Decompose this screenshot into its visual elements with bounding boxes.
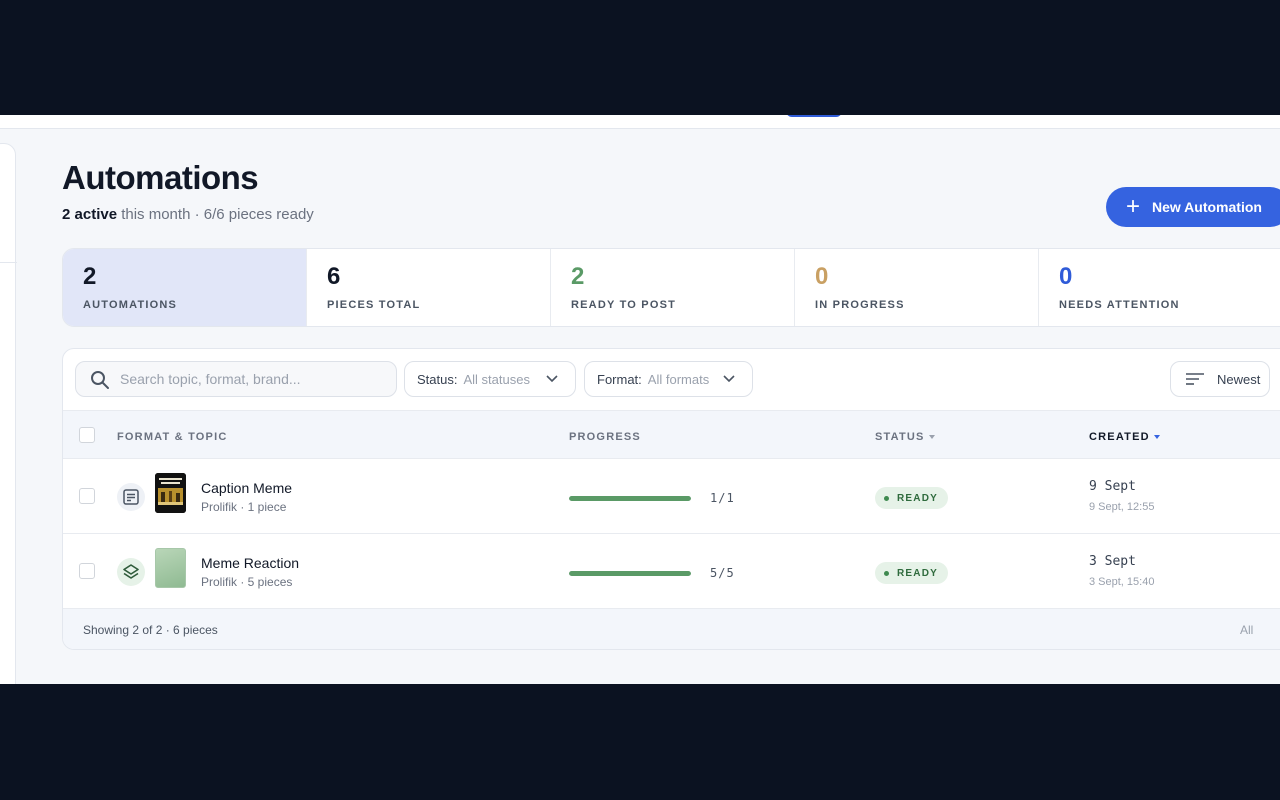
- chevron-down-icon: [723, 375, 735, 383]
- stat-automations[interactable]: 2 AUTOMATIONS: [63, 249, 307, 326]
- progress-fill: [569, 571, 691, 576]
- sort-icon: [1186, 373, 1204, 385]
- stat-label: AUTOMATIONS: [83, 299, 178, 311]
- footer-summary: Showing 2 of 2 · 6 pieces: [83, 623, 218, 637]
- format-filter-value: All formats: [647, 371, 710, 387]
- subtitle-rest: this month · 6/6 pieces ready: [117, 206, 314, 223]
- stat-in-progress[interactable]: 0 IN PROGRESS: [795, 249, 1039, 326]
- search-icon: [91, 371, 109, 389]
- active-count: 2 active: [62, 206, 118, 223]
- caption-icon: [117, 483, 145, 511]
- stat-label: IN PROGRESS: [815, 299, 905, 311]
- row-title[interactable]: Meme Reaction: [201, 555, 299, 571]
- status-filter[interactable]: Status: All statuses: [404, 361, 576, 397]
- row-subtitle: Prolifik · 5 pieces: [201, 575, 293, 589]
- sidebar: [0, 143, 17, 684]
- table-row[interactable]: Meme Reaction Prolifik · 5 pieces 5/5 RE…: [63, 534, 1280, 609]
- stat-label: PIECES TOTAL: [327, 299, 421, 311]
- footer-all-link[interactable]: All: [1240, 623, 1253, 637]
- row-title[interactable]: Caption Meme: [201, 480, 292, 496]
- header-format-topic: FORMAT & TOPIC: [117, 431, 228, 443]
- progress-bar: [569, 496, 691, 501]
- status-filter-label: Status:: [417, 371, 458, 387]
- select-all-checkbox[interactable]: [79, 427, 95, 443]
- created-timestamp: 9 Sept, 12:55: [1089, 501, 1155, 513]
- new-automation-label: New Automation: [1152, 199, 1262, 215]
- stat-value: 6: [327, 263, 341, 290]
- stat-pieces-total[interactable]: 6 PIECES TOTAL: [307, 249, 551, 326]
- table-row[interactable]: Caption Meme Prolifik · 1 piece 1/1 READ…: [63, 459, 1280, 534]
- status-dot: [884, 495, 889, 501]
- app-frame: Automations 2 active this month · 6/6 pi…: [0, 115, 1280, 684]
- row-subtitle: Prolifik · 1 piece: [201, 500, 287, 514]
- progress-text: 1/1: [710, 491, 735, 505]
- search-input[interactable]: [120, 362, 390, 396]
- top-bar-active-indicator: [786, 115, 842, 117]
- created-timestamp: 3 Sept, 15:40: [1089, 576, 1155, 588]
- table-footer: Showing 2 of 2 · 6 pieces All: [63, 609, 1280, 649]
- sort-button[interactable]: Newest: [1170, 361, 1270, 397]
- header-progress: PROGRESS: [569, 431, 641, 443]
- new-automation-button[interactable]: + New Automation: [1106, 187, 1280, 227]
- stat-value: 2: [571, 263, 585, 290]
- top-bar: [0, 115, 1280, 129]
- header-created[interactable]: CREATED: [1089, 431, 1160, 443]
- sidebar-divider: [0, 262, 17, 263]
- sort-caret-icon: [1153, 435, 1160, 440]
- sort-caret-icon: [928, 435, 935, 440]
- progress-text: 5/5: [710, 566, 735, 580]
- status-dot: [884, 570, 889, 576]
- stat-value: 2: [83, 263, 97, 290]
- thumbnail-image: [155, 473, 186, 513]
- search-box: [75, 361, 397, 397]
- sort-label: Newest: [1217, 371, 1261, 387]
- status-filter-value: All statuses: [463, 371, 530, 387]
- row-checkbox[interactable]: [79, 488, 95, 504]
- stat-ready-to-post[interactable]: 2 READY TO POST: [551, 249, 795, 326]
- stat-needs-attention[interactable]: 0 NEEDS ATTENTION: [1039, 249, 1280, 326]
- status-badge: READY: [875, 487, 949, 509]
- header-status[interactable]: STATUS: [875, 431, 935, 443]
- header-created-label: CREATED: [1089, 431, 1150, 443]
- created-date: 9 Sept: [1089, 479, 1136, 494]
- stat-value: 0: [1059, 263, 1073, 290]
- table-toolbar: Status: All statuses Format: All formats…: [63, 349, 1280, 410]
- stat-value: 0: [815, 263, 829, 290]
- status-label: READY: [897, 567, 939, 579]
- status-badge: READY: [875, 562, 949, 584]
- stat-label: NEEDS ATTENTION: [1059, 299, 1180, 311]
- stat-label: READY TO POST: [571, 299, 677, 311]
- page-subtitle: 2 active this month · 6/6 pieces ready: [62, 206, 314, 223]
- header-status-label: STATUS: [875, 431, 925, 443]
- chevron-down-icon: [546, 375, 558, 383]
- stats-bar: 2 AUTOMATIONS 6 PIECES TOTAL 2 READY TO …: [62, 248, 1280, 327]
- progress-fill: [569, 496, 691, 501]
- status-label: READY: [897, 492, 939, 504]
- created-date: 3 Sept: [1089, 554, 1136, 569]
- progress-bar: [569, 571, 691, 576]
- page-title: Automations: [62, 159, 259, 196]
- automations-table: Status: All statuses Format: All formats…: [62, 348, 1280, 650]
- format-filter-label: Format:: [597, 371, 642, 387]
- thumbnail-image: [155, 548, 186, 588]
- format-filter[interactable]: Format: All formats: [584, 361, 753, 397]
- row-checkbox[interactable]: [79, 563, 95, 579]
- plus-icon: +: [1126, 193, 1141, 220]
- table-header: FORMAT & TOPIC PROGRESS STATUS CREATED: [63, 410, 1280, 459]
- layers-icon: [117, 558, 145, 586]
